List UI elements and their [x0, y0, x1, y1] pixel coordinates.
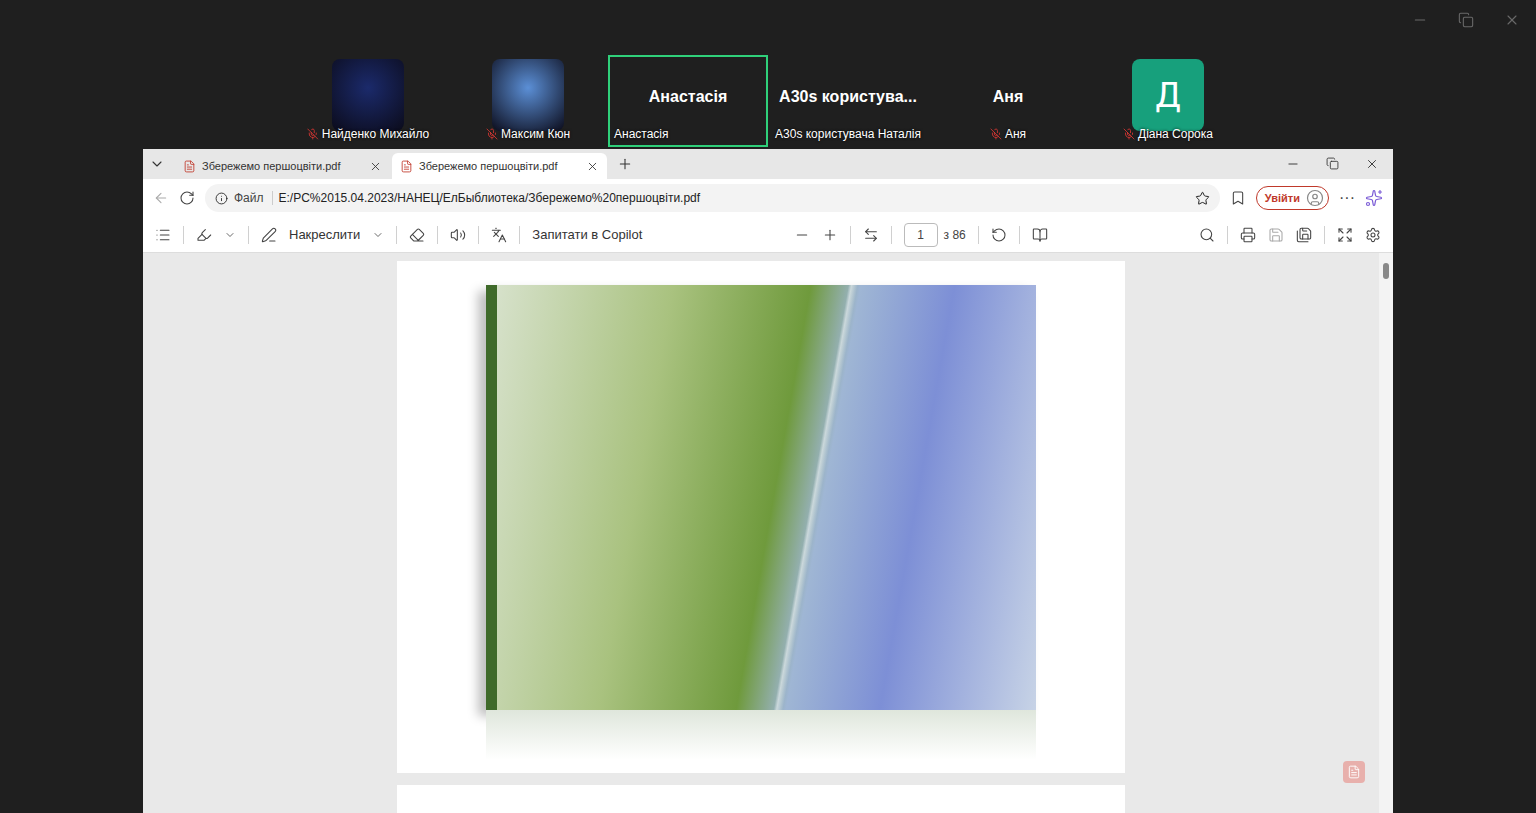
contents-icon[interactable] — [155, 227, 171, 243]
page-count: з 86 — [944, 228, 966, 242]
close-icon[interactable] — [1365, 157, 1379, 171]
participant-display-name: Анастасія — [649, 88, 727, 106]
draw-icon[interactable] — [261, 227, 277, 243]
scrollbar[interactable] — [1379, 253, 1393, 813]
dropdown-icon[interactable] — [372, 229, 384, 241]
info-icon — [215, 192, 228, 205]
rotate-icon[interactable] — [991, 227, 1007, 243]
settings-icon[interactable] — [1365, 227, 1381, 243]
acrobat-badge[interactable] — [1343, 761, 1365, 783]
refresh-icon[interactable] — [179, 190, 195, 206]
participant-avatar: Д — [1132, 59, 1204, 131]
new-tab-icon[interactable] — [617, 156, 633, 172]
page-view-icon[interactable] — [1032, 227, 1048, 243]
zoom-out-icon[interactable] — [794, 227, 810, 243]
participant-label: A30s користувача Наталія — [775, 127, 921, 141]
minimize-icon[interactable] — [1412, 12, 1428, 28]
cover-reflection — [486, 710, 1036, 760]
browser-tab[interactable]: Збережемо першоцвіти.pdf — [392, 153, 607, 179]
mic-off-icon — [1123, 128, 1135, 140]
participant-label: Анастасія — [614, 127, 669, 141]
participant-video — [332, 59, 404, 131]
window-controls — [1286, 157, 1393, 171]
participant-label: Аня — [990, 127, 1026, 141]
restore-icon[interactable] — [1458, 12, 1474, 28]
pdf-page — [397, 261, 1125, 773]
profile-icon — [1306, 189, 1324, 207]
call-screen: Найденко МихайлоМаксим КюнАнастасіяАнаст… — [0, 0, 1536, 813]
fullscreen-icon[interactable] — [1337, 227, 1353, 243]
save-as-icon[interactable] — [1296, 227, 1312, 243]
participant-tile[interactable]: Аня Аня — [928, 55, 1088, 147]
translate-icon[interactable] — [491, 227, 507, 243]
minimize-icon[interactable] — [1286, 157, 1300, 171]
pdf-icon — [183, 160, 196, 173]
pdf-icon — [400, 160, 413, 173]
print-icon[interactable] — [1240, 227, 1256, 243]
acrobat-icon — [1347, 765, 1361, 779]
mic-off-icon — [990, 128, 1002, 140]
mic-off-icon — [486, 128, 498, 140]
browser-tab[interactable]: Збережемо першоцвіти.pdf — [175, 153, 390, 179]
address-row: ФайлE:/PC%2015.04.2023/НАНЕЦ/ЕлБыблиотек… — [143, 179, 1393, 217]
dropdown-icon[interactable] — [224, 229, 236, 241]
participant-video — [492, 59, 564, 131]
participant-display-name: A30s користува... — [779, 88, 917, 106]
book-cover-image — [486, 285, 1036, 710]
tab-bar: Збережемо першоцвіти.pdfЗбережемо першоц… — [143, 149, 1393, 179]
participant-tile[interactable]: A30s користува... A30s користувача Наталі… — [768, 55, 928, 147]
sign-in-button[interactable]: Увійти — [1256, 186, 1329, 210]
pdf-page — [397, 785, 1125, 813]
favorite-star-icon[interactable] — [1195, 191, 1210, 206]
participant-label: Діана Сорока — [1123, 127, 1213, 141]
zoom-in-icon[interactable] — [822, 227, 838, 243]
eraser-icon[interactable] — [409, 227, 425, 243]
pdf-content — [143, 253, 1393, 813]
close-icon[interactable] — [1504, 12, 1520, 28]
draw-button[interactable]: Накреслити — [289, 227, 360, 242]
screen-controls — [0, 0, 1536, 40]
participant-label: Найденко Михайло — [307, 127, 430, 141]
page-list — [143, 253, 1379, 813]
participant-tile[interactable]: ДДіана Сорока — [1088, 55, 1248, 147]
search-icon[interactable] — [1199, 227, 1215, 243]
close-tab-icon[interactable] — [586, 160, 599, 173]
pdf-toolbar: Накреслити Запитати в Copilot 1 з 86 — [143, 217, 1393, 253]
page-number-field[interactable]: 1 — [904, 223, 938, 247]
participant-tile[interactable]: Максим Кюн — [448, 55, 608, 147]
save-icon[interactable] — [1268, 227, 1284, 243]
favorites-icon[interactable] — [1230, 190, 1246, 206]
browser-window: Збережемо першоцвіти.pdfЗбережемо першоц… — [143, 149, 1393, 813]
participant-display-name: Аня — [993, 88, 1024, 106]
mic-off-icon — [307, 128, 319, 140]
participant-tile[interactable]: Найденко Михайло — [288, 55, 448, 147]
copilot-icon[interactable] — [1365, 189, 1383, 207]
close-tab-icon[interactable] — [369, 160, 382, 173]
read-aloud-icon[interactable] — [450, 227, 466, 243]
tab-list-icon[interactable] — [149, 156, 165, 172]
ask-copilot-button[interactable]: Запитати в Copilot — [532, 227, 642, 242]
fit-width-icon[interactable] — [863, 227, 879, 243]
address-field[interactable]: ФайлE:/PC%2015.04.2023/НАНЕЦ/ЕлБыблиотек… — [205, 184, 1220, 212]
participant-label: Максим Кюн — [486, 127, 570, 141]
restore-icon[interactable] — [1326, 157, 1339, 170]
participant-strip: Найденко МихайлоМаксим КюнАнастасіяАнаст… — [0, 55, 1536, 149]
more-button[interactable]: ··· — [1339, 189, 1355, 207]
participant-tile[interactable]: Анастасія Анастасія — [608, 55, 768, 147]
scroll-thumb[interactable] — [1383, 263, 1389, 279]
highlight-icon[interactable] — [196, 227, 212, 243]
back-icon[interactable] — [153, 190, 169, 206]
